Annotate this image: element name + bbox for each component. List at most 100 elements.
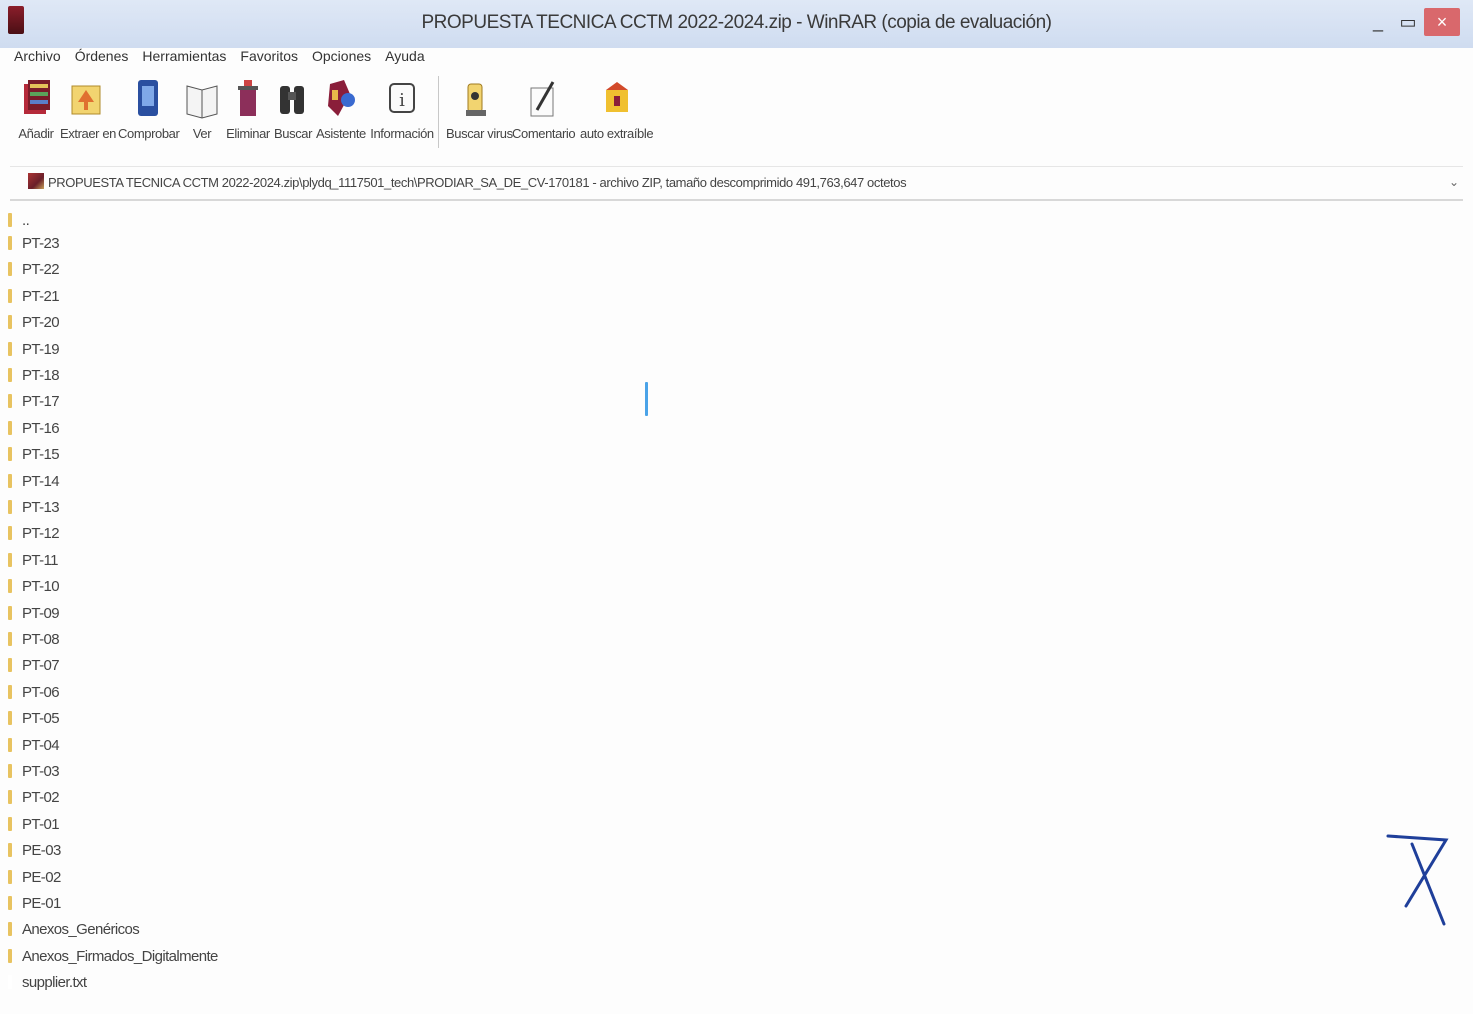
maximize-button[interactable]: ▭: [1394, 8, 1422, 36]
list-item[interactable]: PE-03: [8, 838, 61, 862]
list-item[interactable]: PT-05: [8, 706, 60, 730]
file-name: PT-02: [22, 788, 60, 806]
list-item[interactable]: PT-02: [8, 785, 60, 809]
comment-pen-icon: [525, 76, 561, 120]
comment-button[interactable]: Comentario: [512, 72, 576, 141]
close-button[interactable]: ×: [1424, 8, 1460, 36]
list-item[interactable]: PE-02: [8, 865, 61, 889]
list-item[interactable]: PT-18: [8, 363, 60, 387]
menu-favoritos[interactable]: Favoritos: [238, 48, 300, 64]
comment-label: Comentario: [512, 126, 576, 141]
menu-ayuda[interactable]: Ayuda: [383, 48, 426, 64]
list-item[interactable]: PT-07: [8, 653, 60, 677]
list-item[interactable]: PT-13: [8, 495, 60, 519]
file-name: supplier.txt: [22, 973, 87, 991]
folder-icon: [8, 579, 12, 593]
file-name: PT-20: [22, 313, 60, 331]
virus-scan-icon: [458, 76, 494, 120]
extract-button[interactable]: Extraer en: [60, 72, 116, 141]
file-name: PT-13: [22, 498, 60, 516]
address-bar[interactable]: PROPUESTA TECNICA CCTM 2022-2024.zip\ply…: [10, 166, 1463, 201]
menu-opciones[interactable]: Opciones: [310, 48, 373, 64]
info-button[interactable]: i Información: [370, 72, 434, 141]
delete-button[interactable]: Eliminar: [226, 72, 270, 141]
find-button[interactable]: Buscar: [274, 72, 312, 141]
file-name: PT-07: [22, 656, 60, 674]
view-label: Ver: [192, 126, 212, 141]
list-item[interactable]: supplier.txt: [8, 970, 87, 994]
list-item-parent[interactable]: ..: [8, 208, 30, 232]
menu-ordenes[interactable]: Órdenes: [73, 48, 131, 64]
folder-icon: [8, 606, 12, 620]
list-item[interactable]: PT-10: [8, 574, 60, 598]
test-label: Comprobar: [118, 126, 180, 141]
folder-icon: [8, 526, 12, 540]
add-button[interactable]: Añadir: [16, 72, 56, 141]
list-item[interactable]: Anexos_Firmados_Digitalmente: [8, 944, 218, 968]
folder-icon: [8, 421, 12, 435]
file-name: PT-15: [22, 445, 60, 463]
sfx-label: auto extraíble: [580, 126, 654, 141]
list-item[interactable]: Anexos_Genéricos: [8, 917, 140, 941]
list-item[interactable]: PT-14: [8, 469, 60, 493]
file-name: Anexos_Genéricos: [22, 920, 140, 938]
virus-scan-button[interactable]: Buscar virus: [446, 72, 513, 141]
folder-icon: [8, 685, 12, 699]
archive-icon: [28, 173, 44, 189]
list-item[interactable]: PT-21: [8, 284, 60, 308]
file-name: PT-04: [22, 736, 60, 754]
list-item[interactable]: PT-12: [8, 521, 60, 545]
menu-archivo[interactable]: Archivo: [12, 48, 63, 64]
list-item[interactable]: PT-23: [8, 231, 60, 255]
folder-icon: [8, 394, 12, 408]
wizard-button[interactable]: Asistente: [316, 72, 366, 141]
file-name: PT-05: [22, 709, 60, 727]
folder-icon: [8, 262, 12, 276]
folder-icon: [8, 817, 12, 831]
minimize-button[interactable]: _: [1364, 8, 1392, 36]
list-item[interactable]: PT-15: [8, 442, 60, 466]
view-book-icon: [184, 76, 220, 120]
chevron-down-icon[interactable]: ⌄: [1449, 175, 1459, 189]
list-item[interactable]: PT-01: [8, 812, 60, 836]
list-item[interactable]: PT-16: [8, 416, 60, 440]
list-item[interactable]: PT-22: [8, 257, 60, 281]
folder-icon: [8, 896, 12, 910]
list-item[interactable]: PE-01: [8, 891, 61, 915]
file-name: PT-16: [22, 419, 60, 437]
add-label: Añadir: [18, 126, 54, 141]
svg-text:i: i: [399, 90, 405, 111]
list-item[interactable]: PT-08: [8, 627, 60, 651]
toolbar-separator: [438, 76, 439, 148]
folder-icon: [8, 474, 12, 488]
menu-herramientas[interactable]: Herramientas: [140, 48, 228, 64]
list-item[interactable]: PT-20: [8, 310, 60, 334]
text-file-icon: [8, 975, 12, 989]
sfx-button[interactable]: auto extraíble: [580, 72, 654, 141]
file-name: PT-18: [22, 366, 60, 384]
file-name: PE-02: [22, 868, 61, 886]
folder-icon: [8, 236, 12, 250]
delete-bin-icon: [230, 76, 266, 120]
list-item[interactable]: PT-06: [8, 680, 60, 704]
signature-mark: [1386, 834, 1449, 926]
file-name: PT-08: [22, 630, 60, 648]
folder-icon: [8, 500, 12, 514]
folder-icon: [8, 843, 12, 857]
list-item[interactable]: PT-17: [8, 389, 60, 413]
list-item[interactable]: PT-11: [8, 548, 59, 572]
folder-icon: [8, 213, 12, 227]
list-item[interactable]: PT-04: [8, 733, 60, 757]
test-archive-icon: [130, 76, 166, 120]
test-button[interactable]: Comprobar: [118, 72, 180, 141]
folder-icon: [8, 764, 12, 778]
file-name: PT-06: [22, 683, 60, 701]
list-item[interactable]: PT-09: [8, 601, 60, 625]
list-item[interactable]: PT-03: [8, 759, 60, 783]
list-item[interactable]: PT-19: [8, 337, 60, 361]
file-name: PE-01: [22, 894, 61, 912]
folder-icon: [8, 553, 12, 567]
view-button[interactable]: Ver: [184, 72, 220, 141]
title-bar: PROPUESTA TECNICA CCTM 2022-2024.zip - W…: [0, 0, 1473, 48]
info-icon: i: [384, 76, 420, 120]
